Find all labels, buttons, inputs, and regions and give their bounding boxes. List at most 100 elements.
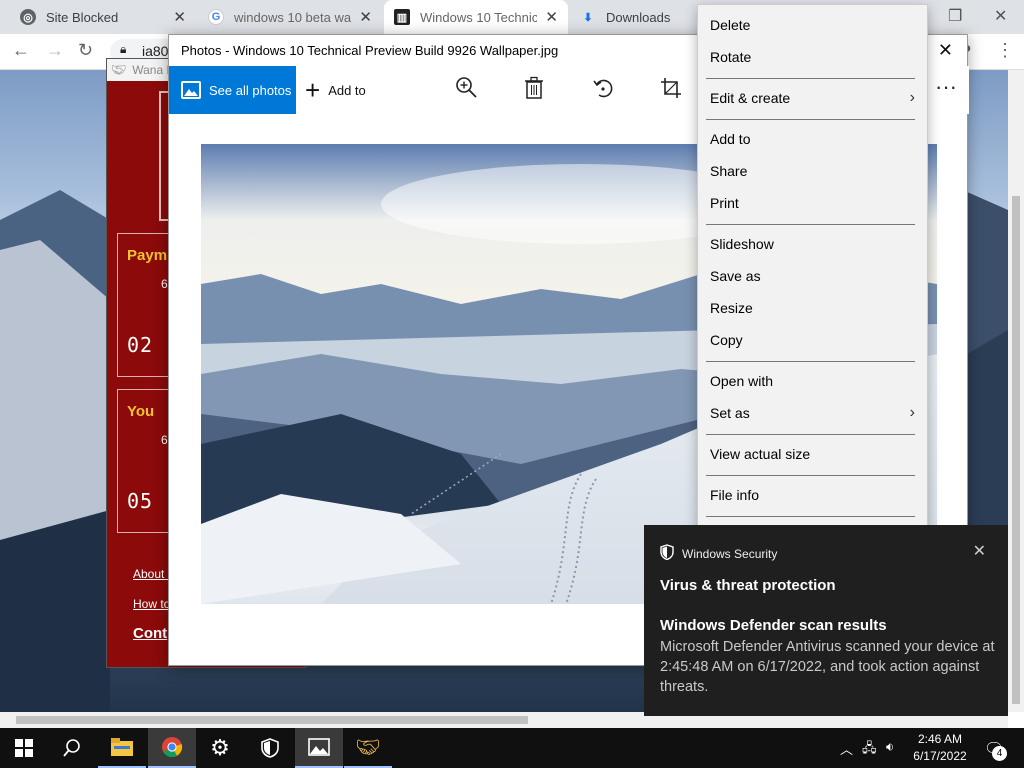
photos-icon (181, 81, 201, 99)
menu-item-slideshow[interactable]: Slideshow (710, 228, 915, 260)
handshake-icon: 🤝︎ (355, 736, 381, 759)
menu-item-label: Edit & create (710, 90, 791, 106)
clock-time: 2:46 AM (917, 732, 963, 746)
payment-date: 6 (161, 277, 168, 291)
menu-item-label: Slideshow (710, 236, 774, 252)
chrome-button[interactable] (148, 728, 196, 768)
menu-item-delete[interactable]: Delete (710, 9, 915, 41)
search-button[interactable] (48, 728, 96, 768)
more-icon[interactable]: ··· (935, 74, 957, 100)
scrollbar-thumb[interactable] (16, 716, 528, 724)
vertical-scrollbar[interactable] (1008, 70, 1024, 712)
chevron-up-icon[interactable]: ︿ (840, 739, 853, 758)
close-icon[interactable]: ✕ (173, 8, 186, 26)
scrollbar-thumb[interactable] (1012, 196, 1020, 704)
menu-item-rotate[interactable]: Rotate (710, 41, 915, 73)
menu-item-label: View actual size (710, 446, 811, 462)
close-icon[interactable]: ✕ (359, 8, 372, 26)
clock[interactable]: 2:46 AM 6/17/2022 (908, 731, 972, 765)
menu-item-edit-create[interactable]: Edit & create › (710, 82, 915, 114)
delete-icon[interactable] (523, 76, 545, 106)
add-to-label: Add to (328, 82, 366, 98)
menu-item-label: Rotate (710, 49, 752, 65)
tab-google-search[interactable]: G windows 10 beta wallp ✕ (198, 0, 382, 34)
menu-item-label: File info (710, 487, 760, 503)
files-lost-timer: 05 (127, 489, 154, 513)
menu-item-label: Resize (710, 300, 753, 316)
menu-separator (706, 119, 915, 120)
menu-item-set-as[interactable]: Set as › (710, 397, 915, 429)
see-all-photos-label: See all photos (209, 82, 292, 98)
notification-count-badge: 4 (992, 746, 1007, 761)
menu-item-share[interactable]: Share (710, 155, 915, 187)
chevron-right-icon: › (909, 404, 915, 421)
network-icon[interactable]: 🖧︎ (862, 739, 877, 761)
close-window-icon[interactable]: ✕ (994, 6, 1007, 26)
close-icon[interactable]: ✕ (545, 8, 558, 26)
payment-timer: 02 (127, 333, 154, 357)
menu-item-label: Share (710, 163, 748, 179)
menu-item-add-to[interactable]: Add to (710, 123, 915, 155)
toast-subtitle: Virus & threat protection (660, 577, 836, 594)
close-icon[interactable]: ✕ (938, 40, 953, 61)
menu-item-view-actual-size[interactable]: View actual size (710, 438, 915, 470)
download-icon: ⬇ (583, 11, 593, 24)
contact-link[interactable]: Cont (133, 625, 167, 642)
search-icon (63, 739, 80, 757)
notification-toast[interactable]: Windows Security ✕ Virus & threat protec… (644, 525, 1008, 716)
menu-separator (706, 516, 915, 517)
about-bitcoin-link[interactable]: About I (133, 567, 171, 581)
menu-separator (706, 361, 915, 362)
menu-separator (706, 475, 915, 476)
menu-item-resize[interactable]: Resize (710, 292, 915, 324)
windows-logo-icon (15, 739, 33, 757)
menu-item-label: Print (710, 195, 739, 211)
shield-icon (261, 738, 279, 758)
lock-icon: 🔒︎ (120, 42, 127, 56)
how-to-buy-link[interactable]: How to (133, 597, 170, 611)
zoom-icon[interactable] (455, 76, 479, 106)
rotate-icon[interactable] (591, 76, 615, 106)
start-button[interactable] (0, 728, 48, 768)
ransomware-taskbar-button[interactable]: 🤝︎ (344, 728, 392, 768)
taskbar: ⚙ 🤝︎ ︿ 🖧︎ 🔉︎ 2:46 AM 6/17/2022 🗨︎ 4 (0, 728, 1024, 768)
menu-item-open-with[interactable]: Open with (710, 365, 915, 397)
see-all-photos-button[interactable]: See all photos (169, 66, 296, 114)
shield-icon (660, 544, 674, 563)
forward-icon[interactable]: → (46, 40, 64, 61)
plus-icon: + (305, 74, 321, 105)
reload-icon[interactable]: ↻ (78, 40, 93, 61)
toast-title: Windows Defender scan results (660, 617, 887, 634)
file-explorer-button[interactable] (98, 728, 146, 768)
back-icon[interactable]: ← (12, 40, 30, 61)
tab-site-blocked[interactable]: ◎ Site Blocked ✕ (10, 0, 196, 34)
photos-button[interactable] (295, 728, 343, 768)
menu-item-copy[interactable]: Copy (710, 324, 915, 356)
clock-date: 6/17/2022 (913, 749, 967, 763)
add-to-button[interactable]: + Add to (305, 66, 366, 114)
menu-separator (706, 224, 915, 225)
menu-item-save-as[interactable]: Save as (710, 260, 915, 292)
menu-item-file-info[interactable]: File info (710, 479, 915, 511)
menu-item-label: Save as (710, 268, 761, 284)
restore-icon[interactable]: ❐ (948, 6, 962, 26)
settings-button[interactable]: ⚙ (196, 728, 244, 768)
files-lost-date: 6 (161, 433, 168, 447)
menu-icon[interactable]: ⋮ (996, 40, 1014, 61)
tab-title: windows 10 beta wallp (234, 9, 352, 25)
toast-body: Microsoft Defender Antivirus scanned you… (660, 639, 995, 695)
tab-title: Downloads (606, 9, 671, 25)
globe-icon: ◎ (20, 9, 36, 25)
volume-icon[interactable]: 🔉︎ (886, 739, 894, 755)
tab-downloads[interactable]: ⬇ Downloads (570, 0, 710, 34)
menu-item-label: Open with (710, 373, 774, 389)
tab-windows-10[interactable]: ▥ Windows 10 Technical ✕ (384, 0, 568, 34)
menu-item-print[interactable]: Print (710, 187, 915, 219)
close-icon[interactable]: ✕ (973, 541, 986, 561)
toast-header: Windows Security (660, 544, 777, 563)
payment-label: Paym (127, 247, 168, 264)
windows-security-button[interactable] (246, 728, 294, 768)
crop-icon[interactable] (659, 76, 683, 106)
photos-title: Photos - Windows 10 Technical Preview Bu… (181, 43, 559, 58)
folder-icon (111, 738, 133, 756)
